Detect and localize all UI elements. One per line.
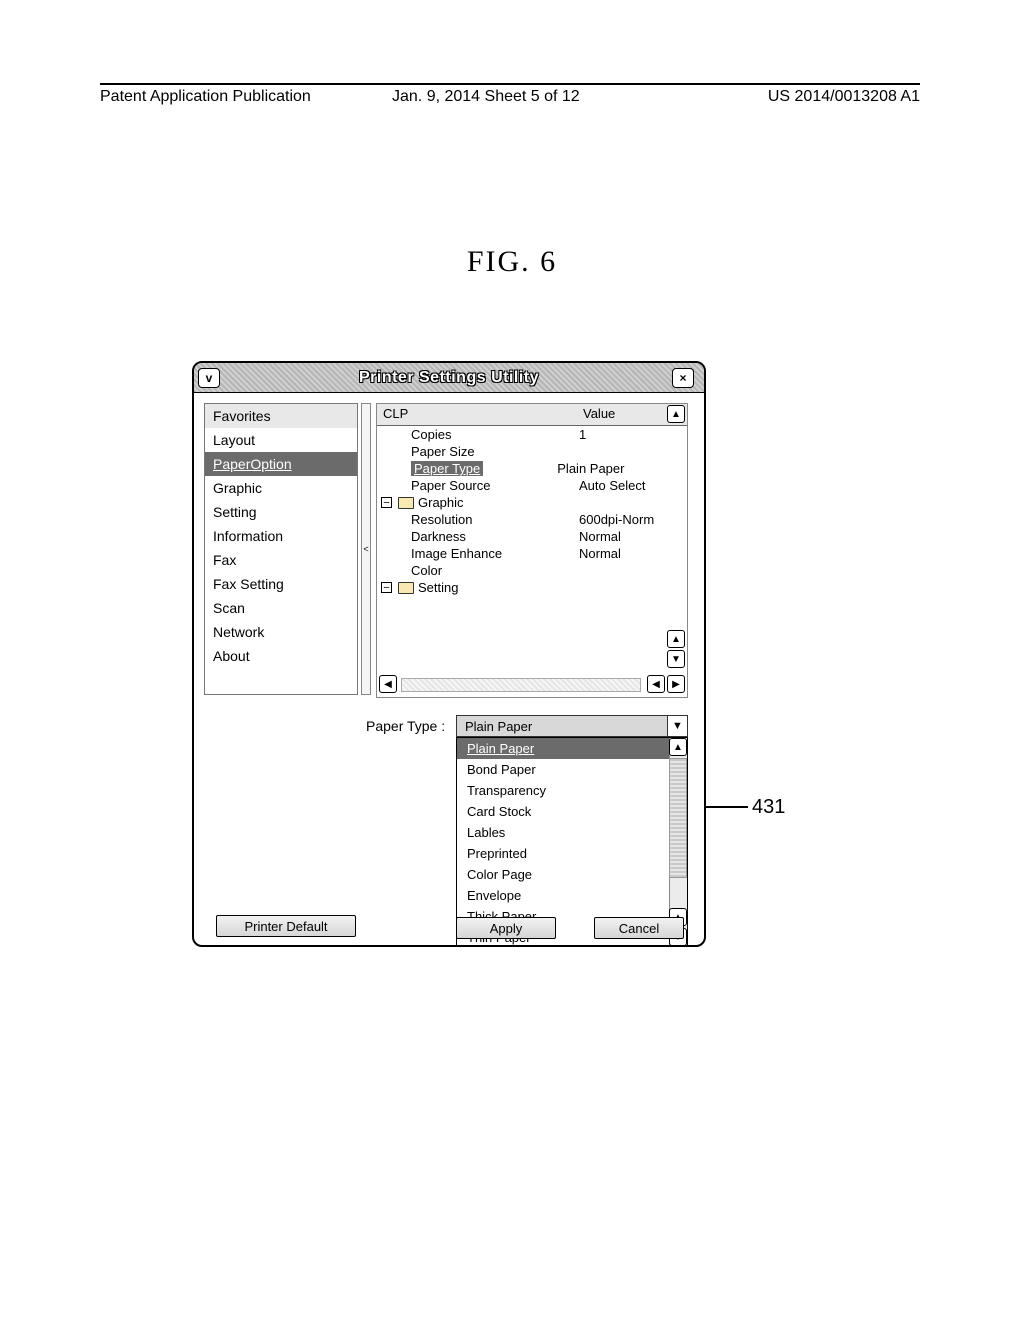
page-header-right: US 2014/0013208 A1 bbox=[768, 88, 920, 106]
printer-settings-window: v Printer Settings Utility × Favorites L… bbox=[192, 361, 706, 947]
tree-group-graphic[interactable]: − Graphic bbox=[377, 494, 687, 511]
scroll-left-icon[interactable]: ◀ bbox=[379, 675, 397, 693]
page-header-middle: Jan. 9, 2014 Sheet 5 of 12 bbox=[392, 88, 580, 106]
scroll-up-button[interactable]: ▲ bbox=[667, 405, 685, 423]
tree-row-label[interactable]: Image Enhance bbox=[411, 546, 579, 561]
tree-row-label[interactable]: Paper Type bbox=[411, 461, 483, 476]
chevron-down-icon[interactable]: ▼ bbox=[667, 716, 687, 736]
tree-row-label[interactable]: Color bbox=[411, 563, 579, 578]
tree-row-selected: Paper TypePlain Paper bbox=[377, 460, 687, 477]
sidebar-item-network[interactable]: Network bbox=[205, 620, 357, 644]
tree-row-value: Normal bbox=[579, 529, 687, 544]
paper-type-option[interactable]: Color Page bbox=[457, 864, 687, 885]
tree-row: DarknessNormal bbox=[377, 528, 687, 545]
paper-type-option[interactable]: Transparency bbox=[457, 780, 687, 801]
paper-type-option[interactable]: Bond Paper bbox=[457, 759, 687, 780]
tree-row-label[interactable]: Copies bbox=[411, 427, 579, 442]
tree-row-value bbox=[579, 563, 687, 578]
sidebar-item-fax[interactable]: Fax bbox=[205, 548, 357, 572]
tree-row-value: Plain Paper bbox=[483, 461, 687, 476]
tree-horizontal-scrollbar[interactable]: ◀ ◀ ▶ bbox=[379, 675, 685, 695]
tree-column-headers: CLP Value ▲ bbox=[377, 404, 687, 426]
sidebar-item-information[interactable]: Information bbox=[205, 524, 357, 548]
scroll-down-icon[interactable]: ▼ bbox=[667, 650, 685, 668]
apply-button[interactable]: Apply bbox=[456, 917, 556, 939]
folder-icon bbox=[398, 582, 414, 594]
collapse-icon[interactable]: − bbox=[381, 582, 392, 593]
settings-tree[interactable]: Copies1 Paper Size Paper TypePlain Paper… bbox=[377, 426, 687, 673]
page-header-left: Patent Application Publication bbox=[100, 88, 311, 106]
tree-row-value: 1 bbox=[579, 427, 687, 442]
paper-type-option[interactable]: Envelope bbox=[457, 885, 687, 906]
window-title: Printer Settings Utility bbox=[194, 369, 704, 387]
sidebar-item-setting[interactable]: Setting bbox=[205, 500, 357, 524]
tree-row-value: Normal bbox=[579, 546, 687, 561]
paper-type-option[interactable]: Card Stock bbox=[457, 801, 687, 822]
tree-row-label[interactable]: Paper Source bbox=[411, 478, 579, 493]
tree-row-value bbox=[579, 444, 687, 459]
tree-row: Paper SourceAuto Select bbox=[377, 477, 687, 494]
callout-reference-number: 431 bbox=[752, 796, 785, 819]
sidebar-item-layout[interactable]: Layout bbox=[205, 428, 357, 452]
titlebar: v Printer Settings Utility × bbox=[194, 363, 704, 393]
tree-scroll-buttons: ▲ ▼ bbox=[667, 630, 685, 670]
tree-row-value: 600dpi-Norm bbox=[579, 512, 687, 527]
scroll-up-icon[interactable]: ▲ bbox=[669, 738, 687, 756]
collapse-icon[interactable]: − bbox=[381, 497, 392, 508]
settings-tree-panel: CLP Value ▲ Copies1 Paper Size Paper Typ… bbox=[376, 403, 688, 698]
header-rule bbox=[100, 83, 920, 85]
options-scrollbar[interactable]: ▲ ▲ ▼ bbox=[669, 738, 687, 947]
tree-group-setting[interactable]: − Setting bbox=[377, 579, 687, 596]
cancel-button[interactable]: Cancel bbox=[594, 917, 684, 939]
tree-row: Copies1 bbox=[377, 426, 687, 443]
tree-row: Resolution600dpi-Norm bbox=[377, 511, 687, 528]
sidebar-item-graphic[interactable]: Graphic bbox=[205, 476, 357, 500]
sidebar-item-paperoption[interactable]: PaperOption bbox=[205, 452, 357, 476]
paper-type-label: Paper Type : bbox=[366, 718, 445, 734]
tree-column-value[interactable]: Value bbox=[577, 406, 621, 421]
sidebar-item-scan[interactable]: Scan bbox=[205, 596, 357, 620]
window-body: Favorites Layout PaperOption Graphic Set… bbox=[194, 393, 704, 945]
category-sidebar[interactable]: Favorites Layout PaperOption Graphic Set… bbox=[204, 403, 358, 695]
figure-label: FIG. 6 bbox=[0, 245, 1024, 279]
scrollbar-track[interactable] bbox=[401, 678, 641, 692]
sidebar-item-faxsetting[interactable]: Fax Setting bbox=[205, 572, 357, 596]
splitter-handle[interactable]: < bbox=[361, 403, 371, 695]
scrollbar-thumb[interactable] bbox=[669, 758, 687, 878]
paper-type-option[interactable]: Preprinted bbox=[457, 843, 687, 864]
tree-group-label: Setting bbox=[418, 580, 458, 595]
tree-row: Paper Size bbox=[377, 443, 687, 460]
paper-type-selected: Plain Paper bbox=[457, 716, 667, 736]
callout-leader-line bbox=[706, 806, 748, 808]
tree-row: Image EnhanceNormal bbox=[377, 545, 687, 562]
scroll-right-icon[interactable]: ▶ bbox=[667, 675, 685, 693]
paper-type-options-list[interactable]: Plain Paper Bond Paper Transparency Card… bbox=[456, 737, 688, 947]
tree-row-label[interactable]: Paper Size bbox=[411, 444, 579, 459]
tree-column-name[interactable]: CLP bbox=[377, 406, 577, 421]
tree-group-label: Graphic bbox=[418, 495, 464, 510]
tree-row-label[interactable]: Darkness bbox=[411, 529, 579, 544]
scroll-left-icon[interactable]: ◀ bbox=[647, 675, 665, 693]
close-icon: × bbox=[679, 371, 686, 385]
close-button[interactable]: × bbox=[672, 368, 694, 388]
sidebar-item-favorites[interactable]: Favorites bbox=[205, 404, 357, 428]
paper-type-dropdown[interactable]: Plain Paper ▼ bbox=[456, 715, 688, 737]
tree-row: Color bbox=[377, 562, 687, 579]
tree-row-label[interactable]: Resolution bbox=[411, 512, 579, 527]
sidebar-item-about[interactable]: About bbox=[205, 644, 357, 668]
folder-icon bbox=[398, 497, 414, 509]
tree-row-value: Auto Select bbox=[579, 478, 687, 493]
paper-type-option[interactable]: Lables bbox=[457, 822, 687, 843]
scroll-up-icon[interactable]: ▲ bbox=[667, 630, 685, 648]
paper-type-option[interactable]: Plain Paper bbox=[457, 738, 687, 759]
printer-default-button[interactable]: Printer Default bbox=[216, 915, 356, 937]
